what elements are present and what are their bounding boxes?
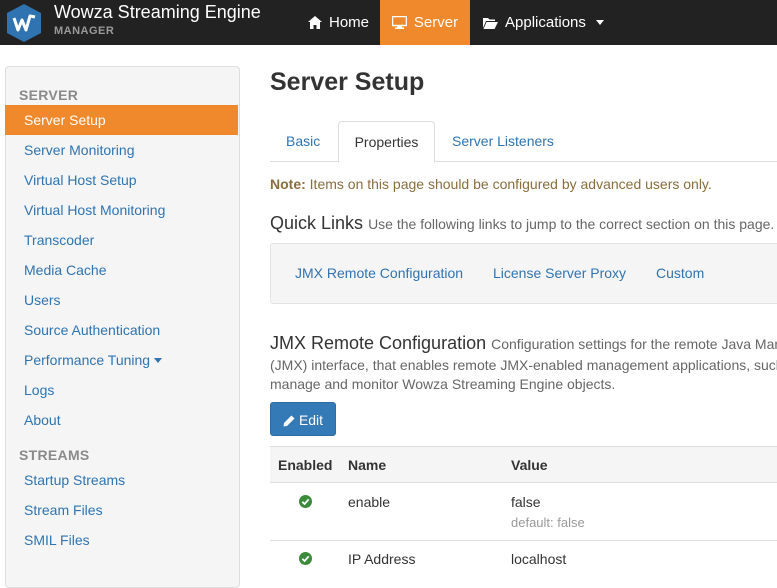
sidebar-item-virtual-host-monitoring[interactable]: Virtual Host Monitoring — [5, 195, 238, 225]
check-circle-icon — [299, 495, 312, 508]
nav-applications[interactable]: Applications — [483, 0, 604, 45]
brand-subtitle: MANAGER — [54, 25, 115, 37]
quick-link-jmx[interactable]: JMX Remote Configuration — [295, 265, 463, 281]
sidebar-item-label: Performance Tuning — [24, 352, 151, 368]
row-divider — [270, 540, 777, 541]
folder-open-icon — [483, 18, 498, 29]
row-value: localhost — [511, 551, 567, 567]
sidebar-header-server: SERVER — [19, 87, 79, 103]
brand-title: Wowza Streaming Engine — [54, 2, 261, 22]
note-text: Items on this page should be configured … — [305, 176, 712, 192]
section-description: (JMX) interface, that enables remote JMX… — [270, 356, 777, 394]
section-desc-line1: Configuration settings for the remote Ja… — [491, 336, 777, 352]
quick-links-title: Quick Links — [270, 213, 364, 233]
nav-applications-label: Applications — [505, 14, 586, 31]
section-desc-line3: manage and monitor Wowza Streaming Engin… — [270, 376, 616, 392]
section-title: JMX Remote Configuration — [270, 333, 487, 353]
row-value: false — [511, 494, 541, 510]
sidebar-item-smil-files[interactable]: SMIL Files — [5, 525, 238, 555]
nav-server[interactable]: Server — [380, 0, 470, 45]
sidebar-item-server-monitoring[interactable]: Server Monitoring — [5, 135, 238, 165]
sidebar-item-users[interactable]: Users — [5, 285, 238, 315]
sidebar-item-source-authentication[interactable]: Source Authentication — [5, 315, 238, 345]
column-header-value: Value — [511, 457, 548, 473]
tab-server-listeners[interactable]: Server Listeners — [452, 121, 554, 161]
wowza-logo-icon[interactable] — [4, 3, 44, 43]
tab-basic[interactable]: Basic — [286, 121, 320, 161]
sidebar-item-server-setup[interactable]: Server Setup — [5, 105, 238, 135]
nav-home[interactable]: Home — [308, 0, 369, 45]
sidebar-item-stream-files[interactable]: Stream Files — [5, 495, 238, 525]
quick-link-license-proxy[interactable]: License Server Proxy — [493, 265, 626, 281]
note-label: Note: — [270, 176, 306, 192]
quick-links-heading: Quick Links Use the following links to j… — [270, 213, 774, 234]
pencil-icon — [283, 415, 295, 427]
sidebar-item-about[interactable]: About — [5, 405, 238, 435]
section-heading: JMX Remote Configuration Configuration s… — [270, 333, 777, 354]
row-name: enable — [348, 494, 391, 510]
monitor-icon — [391, 15, 408, 29]
sidebar-item-logs[interactable]: Logs — [5, 375, 238, 405]
tab-properties[interactable]: Properties — [338, 121, 435, 163]
nav-home-label: Home — [329, 14, 370, 31]
edit-button[interactable]: Edit — [270, 402, 336, 436]
sidebar-item-transcoder[interactable]: Transcoder — [5, 225, 238, 255]
advanced-users-note: Note: Items on this page should be confi… — [270, 176, 712, 192]
section-desc-line2: (JMX) interface, that enables remote JMX… — [270, 357, 777, 373]
page-title: Server Setup — [270, 68, 425, 96]
sidebar-item-startup-streams[interactable]: Startup Streams — [5, 465, 238, 495]
nav-server-label: Server — [413, 14, 459, 31]
quick-link-custom[interactable]: Custom — [656, 265, 704, 281]
quick-links-hint: Use the following links to jump to the c… — [368, 216, 775, 232]
sidebar-item-virtual-host-setup[interactable]: Virtual Host Setup — [5, 165, 238, 195]
home-icon — [308, 16, 322, 29]
column-header-enabled: Enabled — [278, 457, 333, 473]
top-navbar: Wowza Streaming Engine MANAGER Home Serv… — [0, 0, 777, 45]
column-header-name: Name — [348, 457, 387, 473]
sidebar-item-performance-tuning[interactable]: Performance Tuning — [5, 345, 238, 375]
check-circle-icon — [299, 552, 312, 565]
chevron-down-icon — [595, 20, 604, 25]
row-default-value: default: false — [511, 515, 585, 530]
sidebar-item-media-cache[interactable]: Media Cache — [5, 255, 238, 285]
sidebar-header-streams: STREAMS — [19, 447, 90, 463]
row-name: IP Address — [348, 551, 416, 567]
caret-down-icon — [154, 358, 163, 363]
edit-button-label: Edit — [298, 412, 324, 428]
